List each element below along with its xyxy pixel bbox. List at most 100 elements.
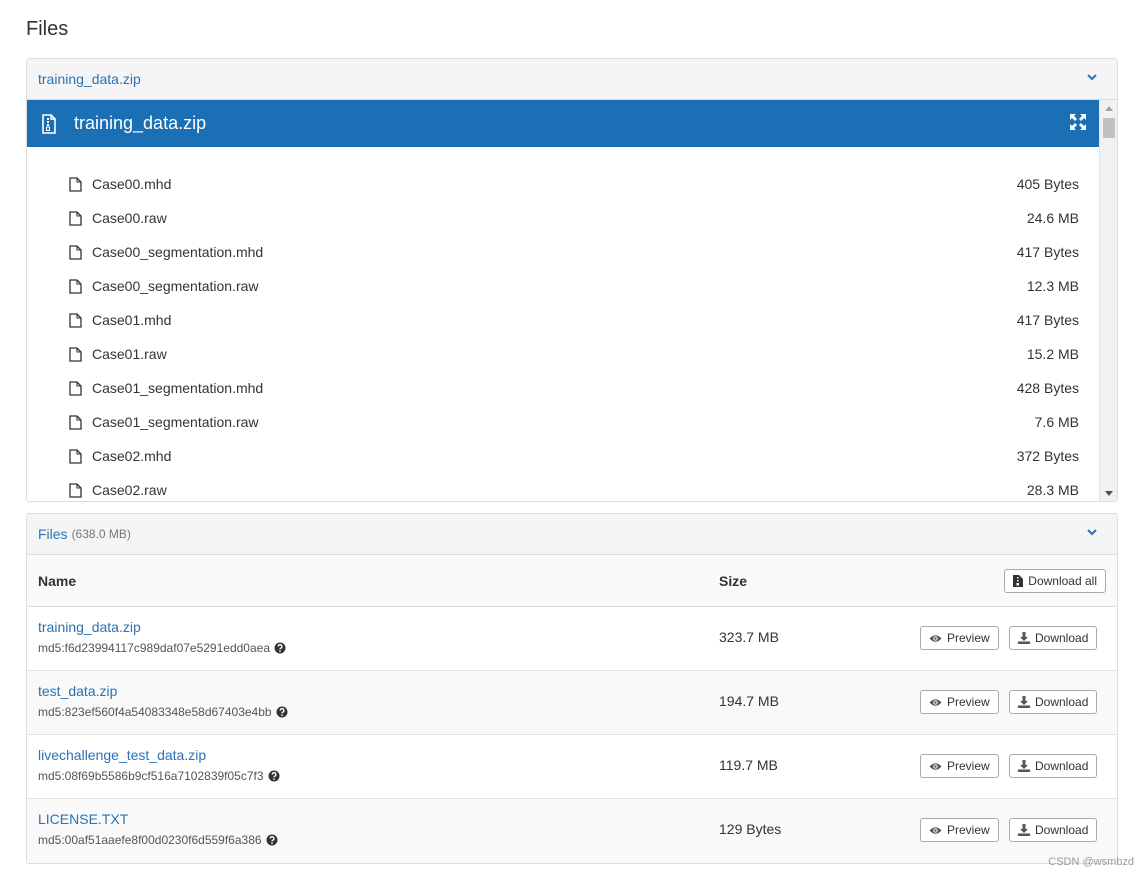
preview-label: Preview xyxy=(947,695,990,709)
question-circle-icon[interactable] xyxy=(266,834,278,846)
chevron-down-icon[interactable] xyxy=(1085,525,1099,539)
file-archive-icon xyxy=(42,113,56,134)
zip-file-row: Case01_segmentation.mhd 428 Bytes xyxy=(27,371,1099,405)
table-row: livechallenge_test_data.zip md5:08f69b558… xyxy=(27,735,1117,799)
files-panel: Files (638.0 MB) Name Size Download all … xyxy=(26,513,1118,864)
zip-file-row: Case01.mhd 417 Bytes xyxy=(27,303,1099,337)
table-row: LICENSE.TXT md5:00af51aaefe8f00d0230f6d55… xyxy=(27,799,1117,863)
zip-file-name: Case00.mhd xyxy=(92,176,172,192)
files-table-body: training_data.zip md5:f6d23994117c989daf0… xyxy=(27,607,1117,863)
zip-file-size: 7.6 MB xyxy=(1034,414,1079,430)
zip-file-size: 417 Bytes xyxy=(1016,244,1079,260)
zip-banner: training_data.zip xyxy=(27,100,1099,147)
download-label: Download xyxy=(1035,823,1089,837)
file-icon xyxy=(69,482,82,498)
file-icon xyxy=(69,448,82,464)
fullscreen-icon[interactable] xyxy=(1069,113,1087,131)
preview-panel-title[interactable]: training_data.zip xyxy=(38,71,141,87)
md5-text: md5:823ef560f4a54083348e58d67403e4bb xyxy=(38,705,272,719)
files-table-header: Name Size Download all xyxy=(27,555,1117,607)
file-icon xyxy=(69,210,82,226)
zip-file-name: Case02.raw xyxy=(92,482,167,498)
download-label: Download xyxy=(1035,695,1089,709)
file-size: 129 Bytes xyxy=(719,821,782,837)
md5-hash: md5:823ef560f4a54083348e58d67403e4bb xyxy=(38,705,288,719)
zip-file-size: 405 Bytes xyxy=(1016,176,1079,192)
file-link[interactable]: LICENSE.TXT xyxy=(38,811,128,827)
zip-file-row: Case00.raw 24.6 MB xyxy=(27,201,1099,235)
zip-file-row: Case00_segmentation.raw 12.3 MB xyxy=(27,269,1099,303)
files-panel-title[interactable]: Files xyxy=(38,526,68,542)
zip-file-row: Case02.mhd 372 Bytes xyxy=(27,439,1099,473)
md5-text: md5:f6d23994117c989daf07e5291edd0aea xyxy=(38,641,270,655)
download-button[interactable]: Download xyxy=(1009,754,1098,778)
zip-file-size: 12.3 MB xyxy=(1026,278,1079,294)
zip-file-size: 24.6 MB xyxy=(1026,210,1079,226)
zip-file-name: Case00.raw xyxy=(92,210,167,226)
preview-label: Preview xyxy=(947,823,990,837)
zip-file-size: 428 Bytes xyxy=(1016,380,1079,396)
md5-text: md5:08f69b5586b9cf516a7102839f05c7f3 xyxy=(38,769,264,783)
md5-hash: md5:f6d23994117c989daf07e5291edd0aea xyxy=(38,641,286,655)
md5-hash: md5:08f69b5586b9cf516a7102839f05c7f3 xyxy=(38,769,280,783)
download-icon xyxy=(1018,632,1030,644)
download-all-button[interactable]: Download all xyxy=(1004,569,1106,593)
zip-file-name: Case00_segmentation.raw xyxy=(92,278,259,294)
zip-file-name: Case02.mhd xyxy=(92,448,172,464)
download-button[interactable]: Download xyxy=(1009,626,1098,650)
file-size: 194.7 MB xyxy=(719,693,779,709)
file-link[interactable]: training_data.zip xyxy=(38,619,141,635)
file-icon xyxy=(69,278,82,294)
preview-panel-header[interactable]: training_data.zip xyxy=(27,59,1117,100)
preview-button[interactable]: Preview xyxy=(920,690,999,714)
zip-banner-title: training_data.zip xyxy=(74,113,207,133)
question-circle-icon[interactable] xyxy=(274,642,286,654)
scrollbar-thumb[interactable] xyxy=(1103,118,1115,138)
question-circle-icon[interactable] xyxy=(276,706,288,718)
eye-icon xyxy=(929,762,942,770)
eye-icon xyxy=(929,826,942,834)
file-icon xyxy=(69,176,82,192)
zip-file-name: Case01_segmentation.raw xyxy=(92,414,259,430)
vertical-scrollbar[interactable] xyxy=(1099,100,1117,501)
file-size: 323.7 MB xyxy=(719,629,779,645)
zip-file-size: 28.3 MB xyxy=(1026,482,1079,498)
file-link[interactable]: livechallenge_test_data.zip xyxy=(38,747,206,763)
zip-file-row: Case01_segmentation.raw 7.6 MB xyxy=(27,405,1099,439)
file-icon xyxy=(69,312,82,328)
preview-label: Preview xyxy=(947,759,990,773)
preview-button[interactable]: Preview xyxy=(920,754,999,778)
file-link[interactable]: test_data.zip xyxy=(38,683,117,699)
download-button[interactable]: Download xyxy=(1009,818,1098,842)
column-header-name: Name xyxy=(38,572,77,589)
download-icon xyxy=(1018,696,1030,708)
zip-file-name: Case01_segmentation.mhd xyxy=(92,380,264,396)
zip-file-size: 372 Bytes xyxy=(1016,448,1079,464)
files-panel-header[interactable]: Files (638.0 MB) xyxy=(27,514,1117,555)
table-row: test_data.zip md5:823ef560f4a54083348e58d… xyxy=(27,671,1117,735)
files-table: Name Size Download all training_data.zip… xyxy=(27,555,1117,863)
column-header-size: Size xyxy=(719,572,748,589)
eye-icon xyxy=(929,698,942,706)
chevron-down-icon[interactable] xyxy=(1085,70,1099,84)
md5-text: md5:00af51aaefe8f00d0230f6d559f6a386 xyxy=(38,833,262,847)
download-label: Download xyxy=(1035,631,1089,645)
zip-file-name: Case01.mhd xyxy=(92,312,172,328)
zip-file-size: 417 Bytes xyxy=(1016,312,1079,328)
table-row: training_data.zip md5:f6d23994117c989daf0… xyxy=(27,607,1117,671)
page-heading: Files xyxy=(26,18,69,40)
scroll-up-arrow-icon[interactable] xyxy=(1105,106,1113,111)
zip-file-name: Case01.raw xyxy=(92,346,167,362)
download-button[interactable]: Download xyxy=(1009,690,1098,714)
preview-button[interactable]: Preview xyxy=(920,818,999,842)
watermark: CSDN @wsmbzd xyxy=(1048,856,1134,868)
zip-file-row: Case00_segmentation.mhd 417 Bytes xyxy=(27,235,1099,269)
question-circle-icon[interactable] xyxy=(268,770,280,782)
download-icon xyxy=(1018,824,1030,836)
scroll-down-arrow-icon[interactable] xyxy=(1105,491,1113,496)
file-icon xyxy=(69,380,82,396)
file-icon xyxy=(69,346,82,362)
md5-hash: md5:00af51aaefe8f00d0230f6d559f6a386 xyxy=(38,833,278,847)
preview-button[interactable]: Preview xyxy=(920,626,999,650)
zip-file-row: Case00.mhd 405 Bytes xyxy=(27,167,1099,201)
